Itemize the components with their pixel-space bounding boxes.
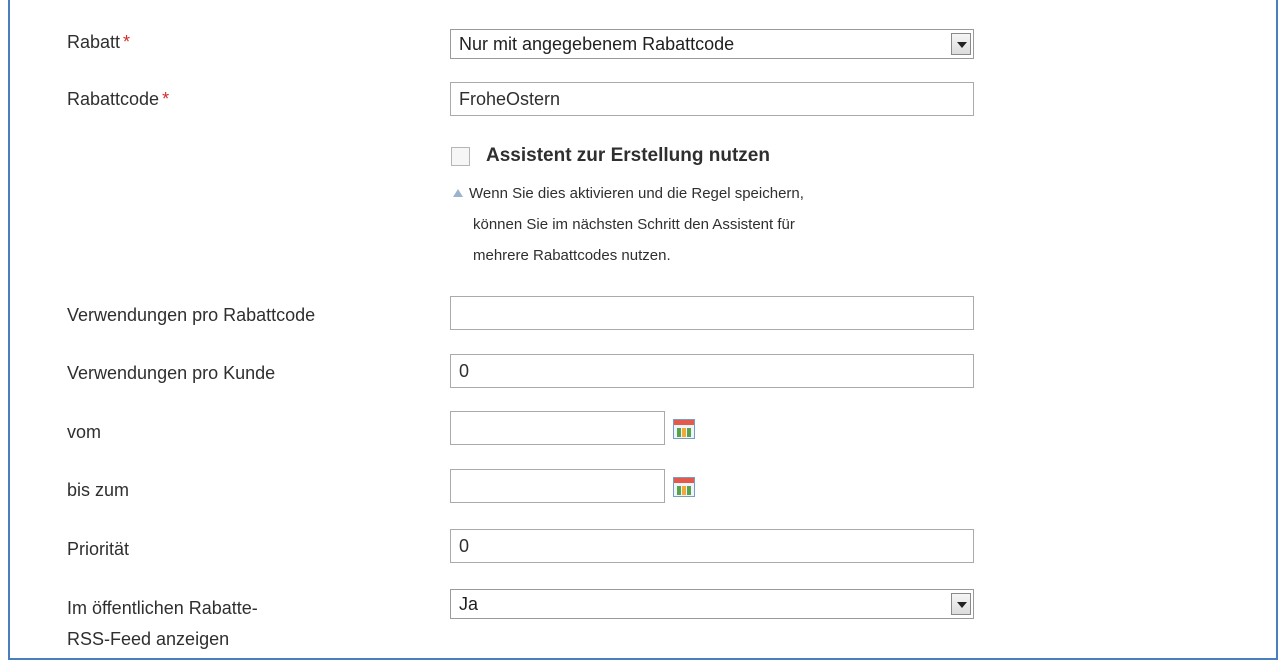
rss-label: Im öffentlichen Rabatte- RSS-Feed anzeig… bbox=[67, 598, 258, 649]
calendar-icon[interactable] bbox=[673, 419, 695, 439]
rabatt-select[interactable]: Nur mit angegebenem Rabattcode bbox=[450, 29, 974, 59]
required-marker: * bbox=[123, 32, 131, 52]
rss-select-value: Ja bbox=[459, 594, 479, 614]
priority-label: Priorität bbox=[67, 539, 130, 559]
chevron-down-icon[interactable] bbox=[951, 593, 971, 615]
assistent-checkbox[interactable] bbox=[451, 147, 470, 166]
uses-per-code-input[interactable] bbox=[450, 296, 974, 330]
priority-input[interactable] bbox=[450, 529, 974, 563]
rabatt-label: Rabatt * bbox=[67, 32, 131, 52]
uses-per-code-label: Verwendungen pro Rabattcode bbox=[67, 305, 316, 325]
calendar-icon[interactable] bbox=[673, 477, 695, 497]
uses-per-customer-label: Verwendungen pro Kunde bbox=[67, 363, 276, 383]
to-date-label: bis zum bbox=[67, 480, 130, 500]
from-date-label: vom bbox=[67, 422, 102, 442]
rabattcode-input[interactable] bbox=[450, 82, 974, 116]
hint-arrow-icon bbox=[453, 188, 463, 197]
required-marker: * bbox=[162, 89, 170, 109]
assistent-label: Assistent zur Erstellung nutzen bbox=[486, 145, 770, 166]
from-date-input[interactable] bbox=[450, 411, 665, 445]
uses-per-customer-input[interactable] bbox=[450, 354, 974, 388]
to-date-input[interactable] bbox=[450, 469, 665, 503]
assistent-hint: Wenn Sie dies aktivieren und die Regel s… bbox=[453, 178, 973, 271]
rabatt-select-value: Nur mit angegebenem Rabattcode bbox=[459, 34, 735, 54]
chevron-down-icon[interactable] bbox=[951, 33, 971, 55]
rabattcode-label: Rabattcode * bbox=[67, 89, 170, 109]
rss-select[interactable]: Ja bbox=[450, 589, 974, 619]
